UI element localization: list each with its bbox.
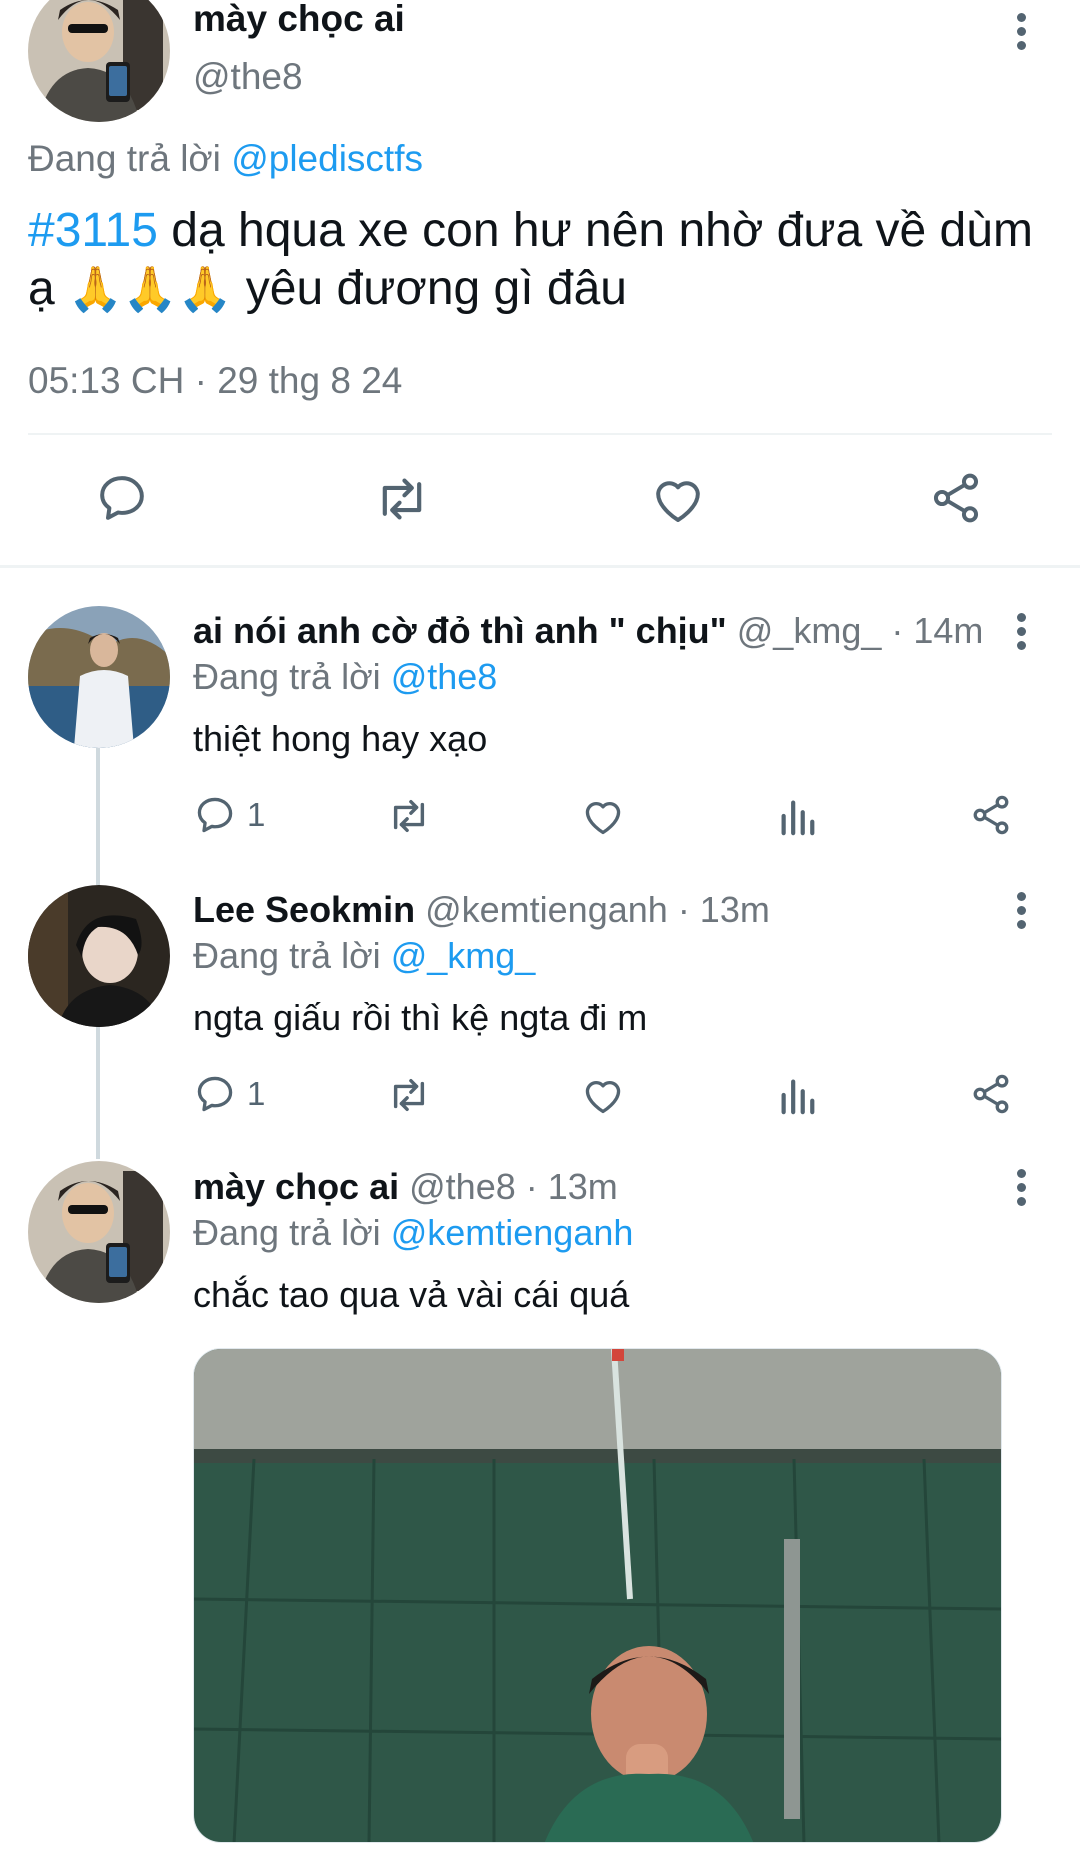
like-button[interactable] [650, 472, 706, 526]
retweet-button[interactable] [385, 795, 433, 837]
folded-hands-emoji: 🙏 [122, 265, 178, 314]
retweet-icon [382, 478, 422, 520]
more-options-icon[interactable] [1001, 886, 1041, 936]
reply-text: thiệt hong hay xạo [193, 718, 488, 759]
bar-chart-icon [781, 1079, 815, 1115]
reply-time[interactable]: · 14m [891, 610, 983, 651]
speech-bubble-icon [197, 797, 233, 833]
reply-author-name[interactable]: ai nói anh cờ đỏ thì anh " chịu" [193, 610, 727, 651]
heart-icon [585, 802, 621, 835]
reply-button[interactable] [94, 470, 150, 526]
share-icon [973, 795, 1009, 835]
replying-to: Đang trả lời @_kmg_ [193, 935, 535, 977]
share-icon [973, 1074, 1009, 1114]
reply-author-name[interactable]: mày chọc ai [193, 1166, 399, 1207]
bar-chart-icon [781, 800, 815, 836]
share-button[interactable] [928, 470, 984, 526]
reply-count: 1 [247, 1075, 266, 1112]
reply-to-link[interactable]: @the8 [391, 656, 498, 697]
thread-connector [96, 1025, 100, 1159]
more-options-icon[interactable] [1001, 7, 1041, 57]
speech-bubble-icon [197, 1076, 233, 1112]
views-button[interactable] [777, 1074, 817, 1116]
reply-prefix: Đang trả lời [193, 1212, 381, 1253]
reply-time[interactable]: · 13m [678, 889, 770, 930]
share-button[interactable] [969, 793, 1013, 837]
reply-to-link[interactable]: @pledisctfs [231, 138, 423, 179]
tweet-timestamp[interactable]: 05:13 CH · 29 thg 8 24 [28, 360, 402, 402]
reply-to-link[interactable]: @kemtienganh [391, 1212, 634, 1253]
heart-icon [585, 1081, 621, 1114]
reply-author-handle[interactable]: @the8 [409, 1166, 516, 1207]
reply-avatar[interactable] [28, 1161, 170, 1303]
reply-header: Lee Seokmin @kemtienganh · 13m [193, 889, 770, 931]
like-button[interactable] [581, 1074, 625, 1116]
retweet-icon [393, 1078, 425, 1112]
share-button[interactable] [969, 1072, 1013, 1116]
section-divider [0, 565, 1080, 568]
reply-to-link[interactable]: @_kmg_ [391, 935, 536, 976]
reply-avatar[interactable] [28, 606, 170, 748]
share-icon [933, 473, 979, 523]
speech-bubble-icon [100, 476, 144, 520]
replying-to: Đang trả lời @kemtienganh [193, 1212, 633, 1254]
thread-connector [96, 747, 100, 885]
author-handle[interactable]: @the8 [193, 56, 303, 98]
views-button[interactable] [777, 795, 817, 837]
reply-header: ai nói anh cờ đỏ thì anh " chịu" @_kmg_ … [193, 610, 983, 652]
media-image[interactable] [193, 1348, 1002, 1843]
divider [28, 433, 1052, 435]
more-options-icon[interactable] [1001, 1163, 1041, 1213]
reply-prefix: Đang trả lời [193, 656, 381, 697]
like-button[interactable] [581, 795, 625, 837]
reply-time[interactable]: · 13m [526, 1166, 618, 1207]
retweet-button[interactable] [372, 472, 432, 526]
reply-button[interactable]: 1 [193, 793, 265, 837]
folded-hands-emoji: 🙏 [68, 265, 123, 314]
reply-text: ngta giấu rồi thì kệ ngta đi m [193, 997, 648, 1038]
replying-to: Đang trả lời @the8 [193, 656, 497, 698]
author-name[interactable]: mày chọc ai [193, 0, 405, 40]
hashtag-link[interactable]: #3115 [28, 204, 158, 257]
replying-to: Đang trả lời @pledisctfs [28, 138, 423, 180]
reply-prefix: Đang trả lời [28, 138, 221, 179]
reply-author-handle[interactable]: @_kmg_ [737, 610, 882, 651]
tweet-text: #3115 dạ hqua xe con hư nên nhờ đưa về d… [28, 202, 1058, 319]
reply-author-name[interactable]: Lee Seokmin [193, 889, 415, 930]
reply-avatar[interactable] [28, 885, 170, 1027]
heart-icon [656, 481, 700, 522]
reply-header: mày chọc ai @the8 · 13m [193, 1166, 618, 1208]
retweet-button[interactable] [385, 1074, 433, 1116]
reply-text: chắc tao qua vả vài cái quá [193, 1274, 630, 1315]
author-avatar[interactable] [28, 0, 170, 122]
reply-count: 1 [247, 796, 266, 833]
folded-hands-emoji: 🙏 [177, 265, 233, 314]
more-options-icon[interactable] [1001, 607, 1041, 657]
reply-author-handle[interactable]: @kemtienganh [425, 889, 668, 930]
retweet-icon [393, 799, 425, 833]
reply-button[interactable]: 1 [193, 1072, 265, 1116]
reply-prefix: Đang trả lời [193, 935, 381, 976]
tweet-text-part2: yêu đương gì đâu [245, 262, 627, 315]
